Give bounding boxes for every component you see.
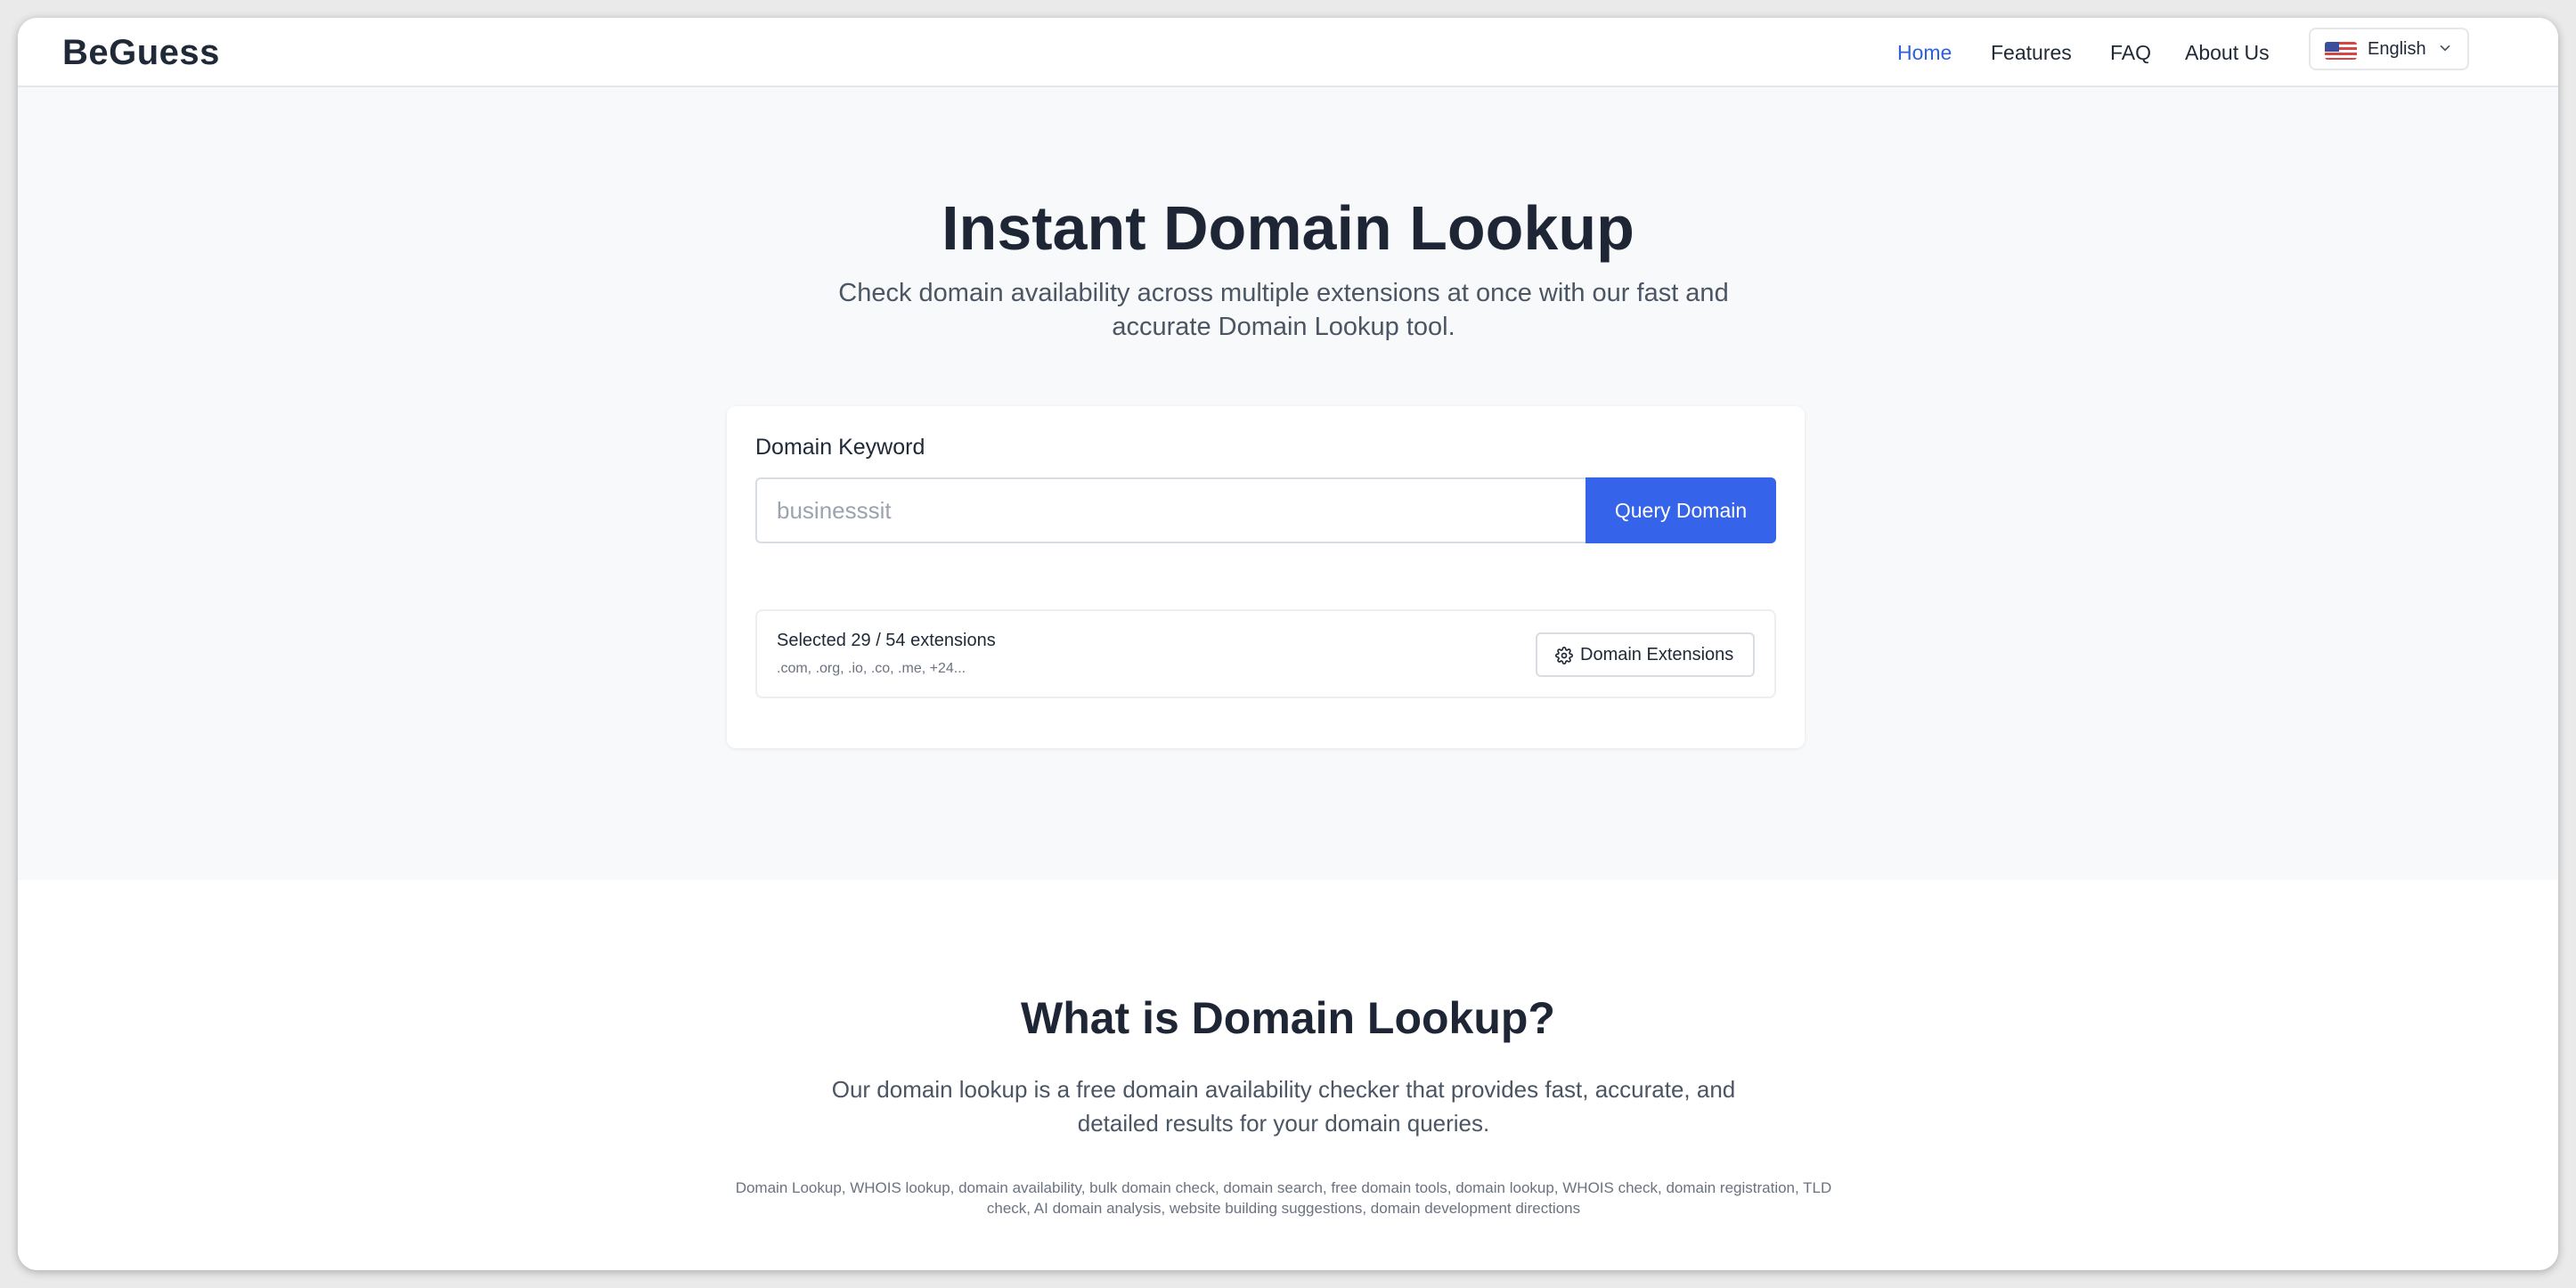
extensions-list: .com, .org, .io, .co, .me, +24...: [777, 661, 966, 676]
hero-subtitle: Check domain availability across multipl…: [838, 279, 1729, 341]
keywords-text: Domain Lookup, WHOIS lookup, domain avai…: [735, 1179, 1832, 1217]
site-logo[interactable]: BeGuess: [62, 18, 220, 87]
what-is-section: What is Domain Lookup? Our domain lookup…: [18, 880, 2558, 1270]
domain-keyword-label: Domain Keyword: [755, 435, 925, 460]
nav-home[interactable]: Home: [1897, 18, 1952, 87]
browser-window: BeGuess Home Features FAQ About Us Engli…: [18, 18, 2558, 1270]
section-description: Our domain lookup is a free domain avail…: [831, 1076, 1736, 1137]
language-label: English: [2368, 39, 2426, 59]
language-selector[interactable]: English: [2309, 28, 2469, 70]
extensions-panel: Selected 29 / 54 extensions .com, .org, …: [755, 609, 1776, 698]
domain-search-card: Domain Keyword Query Domain Selected 29 …: [727, 406, 1805, 748]
top-navbar: BeGuess Home Features FAQ About Us Engli…: [18, 18, 2558, 87]
hero-title: Instant Domain Lookup: [942, 193, 1634, 263]
domain-extensions-label: Domain Extensions: [1580, 645, 1734, 664]
hero-section: Instant Domain Lookup Check domain avail…: [18, 87, 2558, 880]
section-title: What is Domain Lookup?: [1021, 993, 1555, 1043]
nav-faq[interactable]: FAQ: [2110, 18, 2151, 87]
nav-about-us[interactable]: About Us: [2185, 18, 2270, 87]
gear-icon: [1555, 647, 1573, 664]
query-domain-button[interactable]: Query Domain: [1586, 477, 1776, 543]
chevron-down-icon: [2440, 45, 2450, 52]
nav-features[interactable]: Features: [1991, 18, 2072, 87]
domain-keyword-input[interactable]: [755, 477, 1586, 543]
extensions-summary: Selected 29 / 54 extensions: [777, 631, 996, 650]
us-flag-icon: [2325, 42, 2357, 60]
domain-extensions-button[interactable]: Domain Extensions: [1536, 632, 1755, 677]
